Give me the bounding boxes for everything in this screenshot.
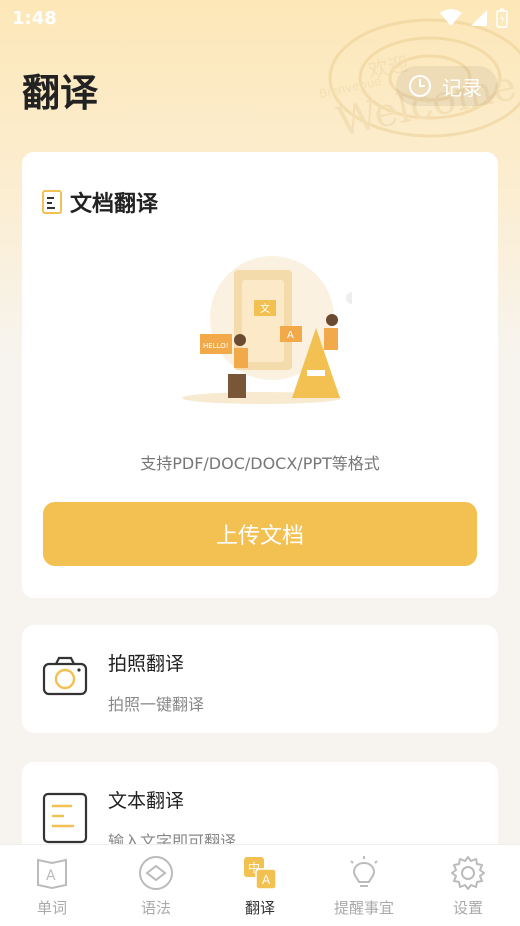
tab-settings[interactable]: 设置 (416, 845, 520, 926)
text-translate-title: 文本翻译 (108, 790, 185, 812)
translate-icon: 中 A (244, 857, 277, 890)
status-bar: 1:48 (0, 0, 520, 36)
document-translate-card: 文档翻译 文 A HELLO! 支持PDF/DOC/DOCX/PPT等格式 上传… (22, 152, 498, 598)
illus-hello: HELLO! (203, 342, 229, 350)
upload-document-button[interactable]: 上传文档 (43, 502, 477, 566)
text-document-icon (42, 792, 88, 844)
signal-icon (471, 10, 487, 26)
record-button[interactable]: 记录 (396, 66, 498, 106)
svg-text:A: A (46, 868, 56, 884)
photo-translate-title: 拍照翻译 (108, 653, 185, 675)
tab-label: 提醒事宜 (333, 899, 394, 917)
supported-formats-text: 支持PDF/DOC/DOCX/PPT等格式 (140, 454, 380, 473)
document-translate-illustration: 文 A HELLO! (182, 256, 352, 404)
gear-icon (451, 856, 485, 890)
illus-wen: 文 (260, 302, 270, 315)
document-icon (42, 190, 62, 214)
page-title: 翻译 (22, 71, 99, 115)
status-time: 1:48 (12, 7, 57, 29)
tab-reminders[interactable]: 提醒事宜 (312, 845, 416, 926)
tab-label: 语法 (140, 899, 171, 917)
tab-label: 单词 (36, 899, 67, 917)
tab-words[interactable]: A 单词 (0, 845, 104, 926)
book-a-icon: A (37, 858, 67, 890)
photo-translate-subtitle: 拍照一键翻译 (108, 695, 205, 714)
bottom-tab-bar: A 单词 语法 中 A 翻译 提醒事宜 设置 (0, 844, 520, 926)
clock-icon (409, 75, 431, 97)
svg-text:A: A (262, 873, 271, 887)
tab-translate[interactable]: 中 A 翻译 (208, 845, 312, 926)
illus-a: A (287, 330, 294, 341)
status-icons (440, 8, 508, 28)
tab-grammar[interactable]: 语法 (104, 845, 208, 926)
camera-icon (42, 656, 88, 696)
tab-label: 翻译 (244, 899, 275, 917)
doc-card-title: 文档翻译 (70, 192, 159, 217)
battery-icon (496, 8, 508, 28)
lightbulb-icon (350, 856, 378, 887)
tag-icon (139, 856, 173, 890)
wifi-icon (440, 9, 462, 26)
record-label: 记录 (442, 75, 482, 100)
photo-translate-card[interactable]: 拍照翻译 拍照一键翻译 (22, 625, 498, 733)
tab-label: 设置 (452, 899, 483, 917)
doc-card-header: 文档翻译 (42, 186, 158, 218)
